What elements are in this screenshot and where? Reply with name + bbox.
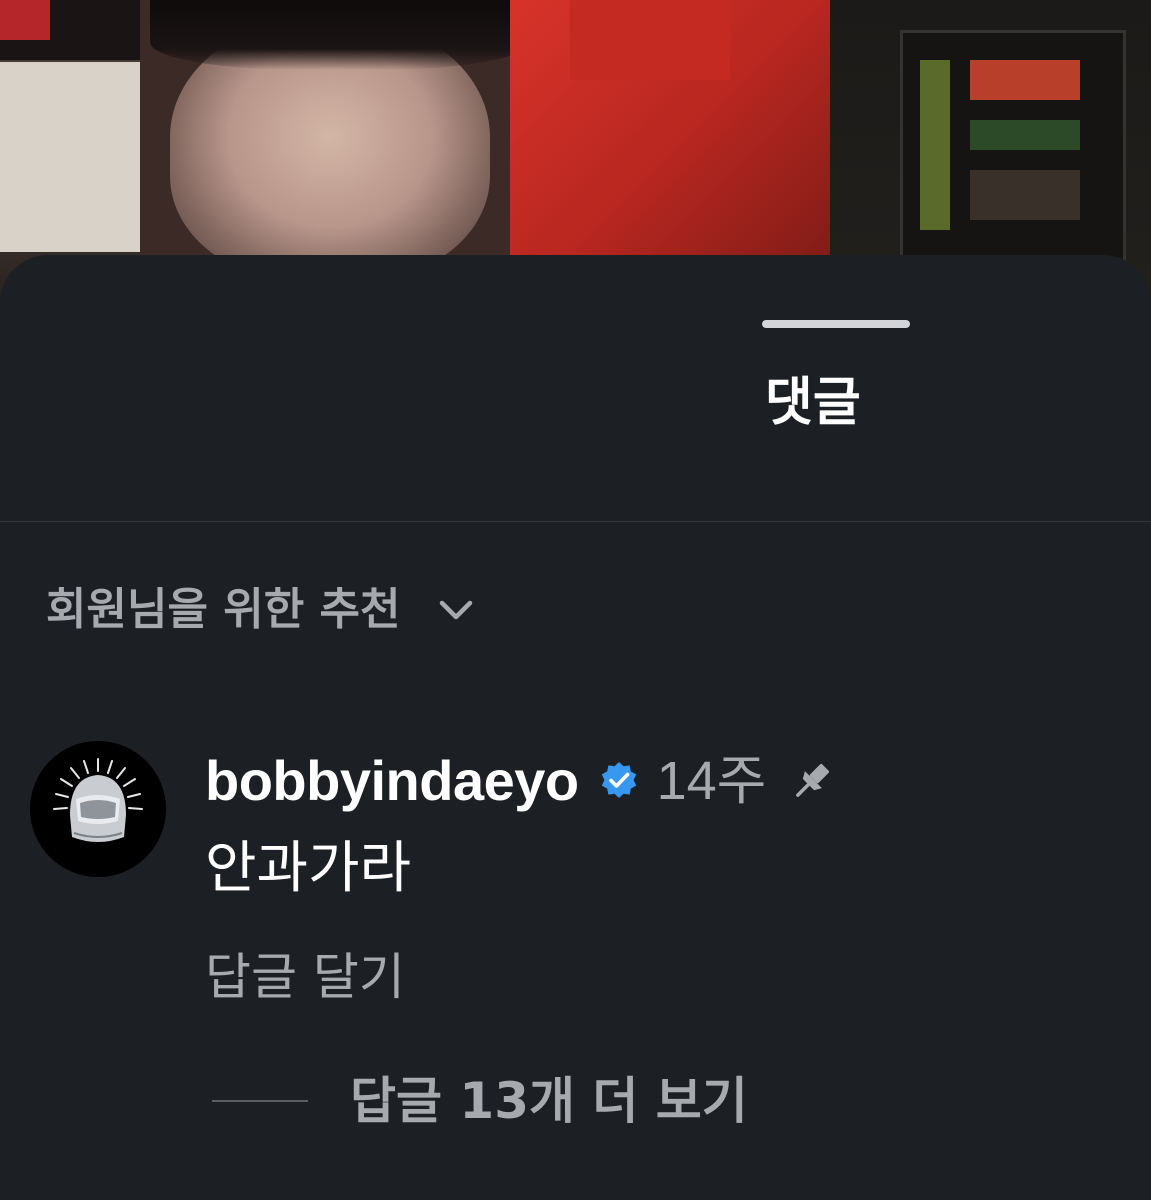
view-replies-button[interactable]: 답글 13개 더 보기 (212, 1070, 748, 1132)
helmet-avatar-icon (30, 741, 166, 877)
comments-sheet: 댓글 회원님을 위한 추천 bobbyindaeyo 14주 안과가라 답글 달… (0, 255, 1151, 1200)
comment-text: 안과가라 (205, 836, 412, 901)
sheet-grabber-handle[interactable] (762, 320, 910, 328)
verified-badge-icon (597, 759, 641, 803)
sort-label: 회원님을 위한 추천 (46, 584, 401, 635)
avatar[interactable] (30, 741, 166, 877)
username[interactable]: bobbyindaeyo (205, 753, 579, 809)
comment-item: bobbyindaeyo 14주 안과가라 답글 달기 답글 13개 더 보기 (0, 735, 1151, 1155)
view-replies-label: 답글 13개 더 보기 (350, 1072, 748, 1130)
pin-icon (786, 755, 838, 807)
chevron-down-icon (434, 588, 478, 632)
header-divider (0, 521, 1151, 522)
sheet-title: 댓글 (765, 373, 861, 433)
reply-button[interactable]: 답글 달기 (205, 947, 405, 1007)
comment-timestamp: 14주 (656, 751, 767, 811)
replies-divider-line (212, 1100, 308, 1102)
comment-header: bobbyindaeyo 14주 (205, 750, 838, 812)
sort-dropdown[interactable]: 회원님을 위한 추천 (46, 582, 478, 638)
